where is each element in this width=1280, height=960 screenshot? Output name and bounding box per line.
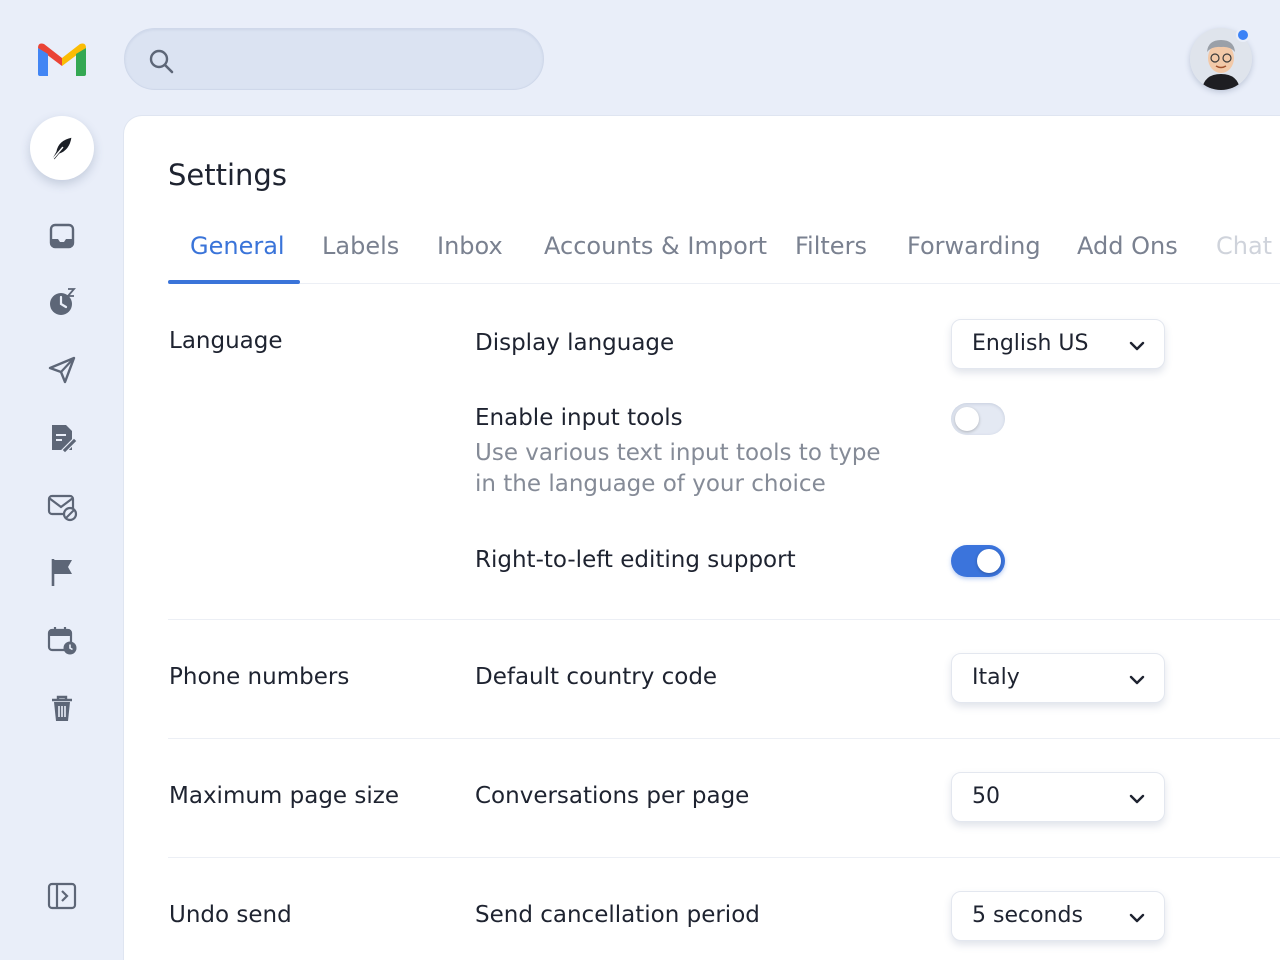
conversations-per-page-label: Conversations per page: [475, 783, 750, 809]
cancellation-period-value: 5 seconds: [972, 903, 1083, 928]
account-avatar[interactable]: [1190, 28, 1252, 90]
search-bar[interactable]: [124, 28, 544, 90]
rtl-support-toggle[interactable]: [951, 545, 1005, 577]
conversations-per-page-value: 50: [972, 784, 1000, 809]
section-divider: [168, 619, 1280, 620]
search-icon: [147, 47, 175, 75]
chevron-down-icon: [1129, 341, 1145, 351]
section-divider: [168, 738, 1280, 739]
app-logo[interactable]: [36, 38, 88, 78]
tab-inbox[interactable]: Inbox: [437, 232, 503, 260]
chevron-down-icon: [1129, 913, 1145, 923]
collapse-panel-icon[interactable]: [46, 880, 78, 912]
toggle-knob: [955, 407, 979, 431]
tab-general[interactable]: General: [190, 232, 285, 260]
display-language-label: Display language: [475, 330, 675, 356]
chevron-down-icon: [1129, 794, 1145, 804]
flag-icon[interactable]: [46, 556, 78, 588]
chevron-down-icon: [1129, 675, 1145, 685]
section-page-size-label: Maximum page size: [169, 783, 399, 809]
country-code-value: Italy: [972, 665, 1020, 690]
section-language-label: Language: [169, 328, 283, 354]
display-language-dropdown[interactable]: English US: [951, 319, 1165, 369]
settings-tabs: General Labels Inbox Accounts & Import F…: [168, 232, 1280, 284]
country-code-dropdown[interactable]: Italy: [951, 653, 1165, 703]
toggle-knob: [977, 549, 1001, 573]
page-title: Settings: [168, 158, 287, 192]
input-tools-label: Enable input tools: [475, 405, 683, 431]
send-icon[interactable]: [46, 354, 78, 386]
tab-filters[interactable]: Filters: [795, 232, 867, 260]
section-divider: [168, 857, 1280, 858]
compose-button[interactable]: [30, 116, 94, 180]
cancellation-period-label: Send cancellation period: [475, 902, 760, 928]
trash-icon[interactable]: [46, 692, 78, 724]
input-tools-toggle[interactable]: [951, 403, 1005, 435]
conversations-per-page-dropdown[interactable]: 50: [951, 772, 1165, 822]
display-language-value: English US: [972, 331, 1089, 356]
calendar-clock-icon[interactable]: [46, 624, 78, 656]
cancellation-period-dropdown[interactable]: 5 seconds: [951, 891, 1165, 941]
active-tab-indicator: [168, 280, 300, 284]
draft-edit-icon[interactable]: [46, 422, 78, 454]
tab-add-ons[interactable]: Add Ons: [1077, 232, 1178, 260]
tab-forwarding[interactable]: Forwarding: [907, 232, 1041, 260]
tab-accounts-import[interactable]: Accounts & Import: [544, 232, 767, 260]
rtl-support-label: Right-to-left editing support: [475, 547, 796, 573]
inbox-icon[interactable]: [46, 220, 78, 252]
input-tools-description: Use various text input tools to type in …: [475, 440, 881, 497]
section-phone-label: Phone numbers: [169, 664, 350, 690]
section-undo-send-label: Undo send: [169, 902, 292, 928]
feather-icon: [52, 137, 72, 160]
mail-blocked-icon[interactable]: [46, 490, 78, 522]
snooze-clock-icon[interactable]: [46, 286, 78, 318]
notification-dot: [1236, 28, 1250, 42]
country-code-label: Default country code: [475, 664, 718, 690]
settings-panel: Settings General Labels Inbox Accounts &…: [124, 116, 1280, 960]
tab-chat[interactable]: Chat: [1216, 232, 1272, 260]
tab-labels[interactable]: Labels: [322, 232, 399, 260]
